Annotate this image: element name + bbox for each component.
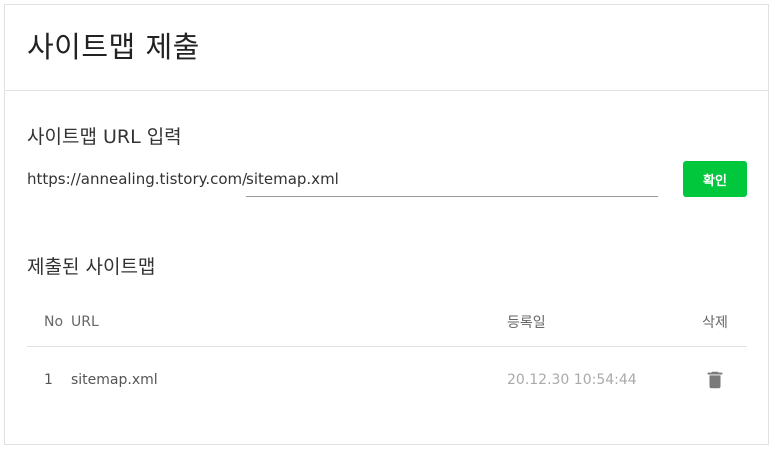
- sitemap-table: No URL 등록일 삭제 1 sitemap.xml 20.12.30 10:…: [27, 297, 747, 413]
- column-header-url: URL: [71, 297, 507, 347]
- row-url: sitemap.xml: [71, 372, 158, 388]
- row-no: 1: [44, 372, 53, 388]
- url-prefix: https://annealing.tistory.com/: [27, 170, 248, 188]
- trash-icon[interactable]: [704, 369, 726, 391]
- row-registered: 20.12.30 10:54:44: [507, 372, 637, 388]
- submitted-section-title: 제출된 사이트맵: [27, 256, 156, 278]
- sitemap-panel: 사이트맵 제출 사이트맵 URL 입력 https://annealing.ti…: [4, 4, 769, 445]
- row-delete-cell: [683, 347, 747, 414]
- panel-header: 사이트맵 제출: [5, 5, 768, 91]
- url-section-title: 사이트맵 URL 입력: [27, 126, 182, 148]
- table-row: 1 sitemap.xml 20.12.30 10:54:44: [27, 347, 747, 414]
- page-title: 사이트맵 제출: [27, 30, 200, 64]
- confirm-button[interactable]: 확인: [683, 161, 747, 197]
- sitemap-url-input[interactable]: [246, 161, 658, 197]
- table-header-row: No URL 등록일 삭제: [27, 297, 747, 347]
- column-header-delete: 삭제: [683, 297, 747, 347]
- column-header-no: No: [27, 297, 71, 347]
- column-header-registered: 등록일: [507, 297, 683, 347]
- url-input-row: https://annealing.tistory.com/ 확인: [27, 161, 747, 199]
